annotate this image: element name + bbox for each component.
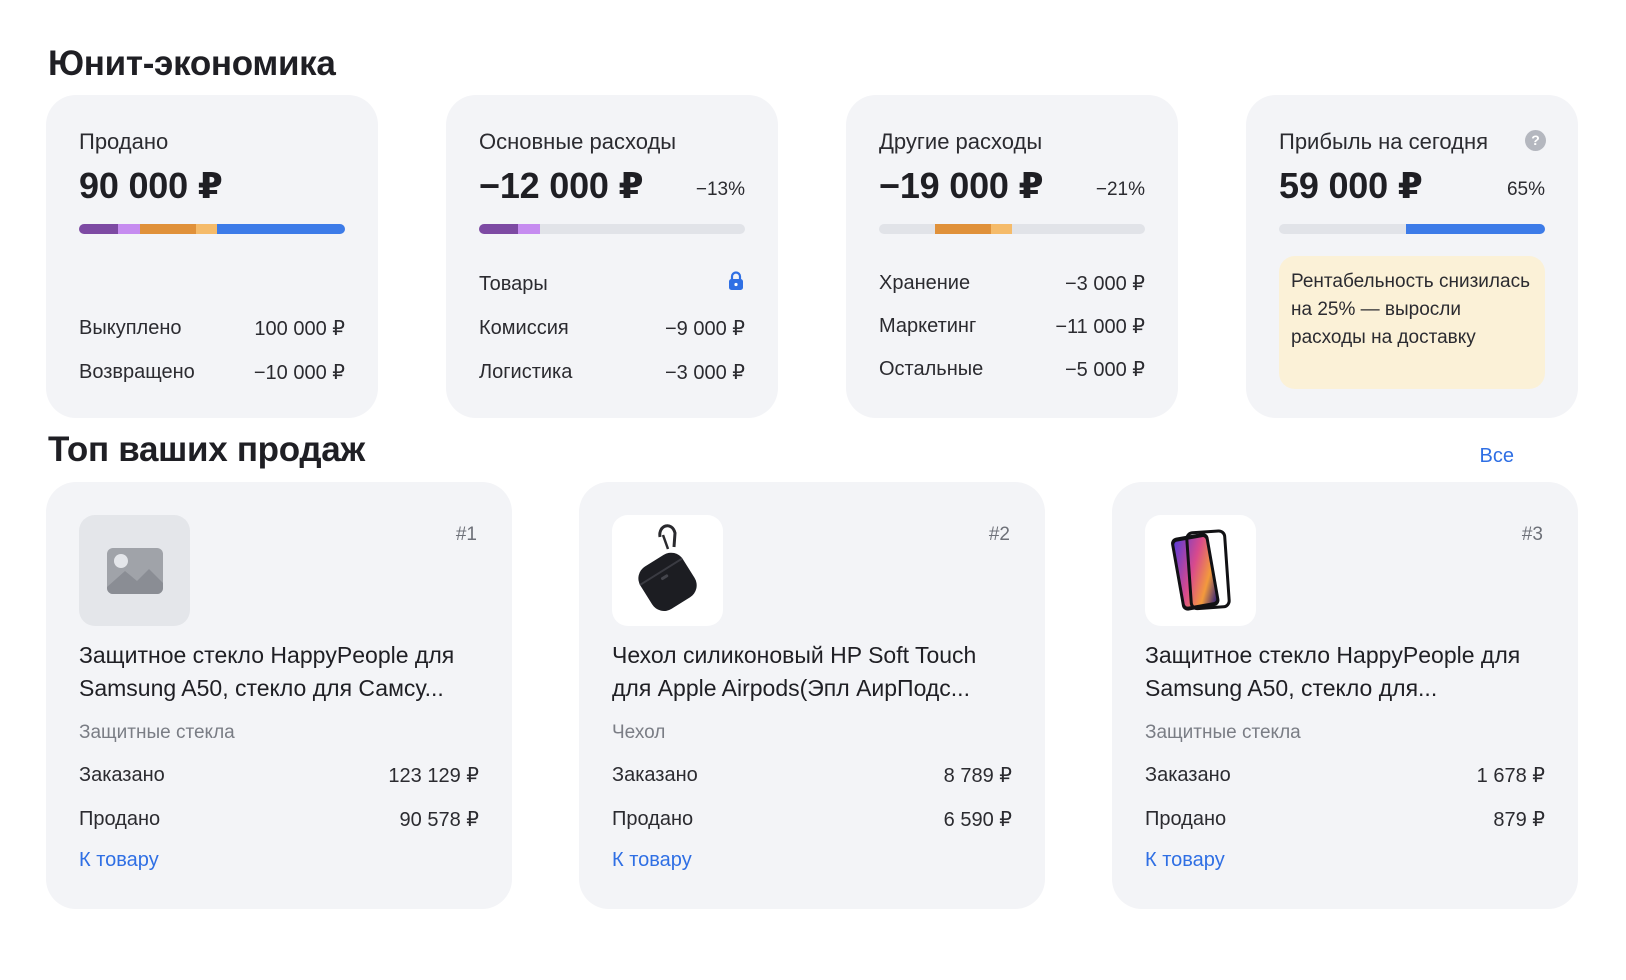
- other-expenses-progress-bar: [879, 224, 1145, 234]
- ordered-label: Заказано: [79, 763, 165, 786]
- other-expenses-percent: −21%: [1095, 179, 1145, 200]
- sold-label: Продано: [612, 807, 694, 830]
- product-name: Защитное стекло HappyPeople для Samsung …: [79, 642, 455, 701]
- marketing-row: Маркетинг −11 000 ₽: [879, 313, 1145, 339]
- top-product-card: #3 Защитное стекло HappyPeople для Samsu…: [1112, 482, 1578, 909]
- sold-card: Продано 90 000 ₽ Выкуплено 100 000 ₽ Воз…: [46, 95, 378, 418]
- other-label: Остальные: [879, 357, 984, 380]
- ordered-value: 8 789 ₽: [943, 764, 1012, 787]
- sold-label: Продано: [79, 807, 161, 830]
- logistics-value: −3 000 ₽: [664, 361, 745, 384]
- unit-economics-title: Юнит-экономика: [48, 44, 336, 83]
- profit-label: Прибыль на сегодня: [1279, 129, 1489, 154]
- commission-value: −9 000 ₽: [664, 317, 745, 340]
- product-category: Чехол: [612, 722, 666, 743]
- product-name: Защитное стекло HappyPeople для Samsung …: [1145, 642, 1521, 701]
- ordered-value: 123 129 ₽: [388, 764, 479, 787]
- sold-row: Продано 879 ₽: [1145, 806, 1545, 832]
- sold-label: Продано: [1145, 807, 1227, 830]
- main-expenses-label: Основные расходы: [479, 129, 677, 154]
- profit-percent: 65%: [1506, 179, 1545, 200]
- other-expenses-value: −19 000 ₽: [879, 165, 1044, 206]
- product-category: Защитные стекла: [1145, 722, 1301, 743]
- logistics-label: Логистика: [479, 360, 573, 383]
- sold-label: Продано: [79, 129, 169, 154]
- product-category: Защитные стекла: [79, 722, 235, 743]
- sold-value: 879 ₽: [1493, 808, 1545, 831]
- storage-label: Хранение: [879, 271, 971, 294]
- product-name: Чехол силиконовый HP Soft Touch для Appl…: [612, 642, 977, 701]
- rank-badge: #1: [455, 524, 477, 545]
- profit-value: 59 000 ₽: [1279, 165, 1423, 206]
- returned-label: Возвращено: [79, 360, 195, 383]
- airpods-case-image: [612, 515, 723, 626]
- redeemed-value: 100 000 ₽: [254, 317, 345, 340]
- profit-progress-bar: [1279, 224, 1545, 234]
- logistics-row: Логистика −3 000 ₽: [479, 359, 745, 385]
- ordered-row: Заказано 8 789 ₽: [612, 762, 1012, 788]
- marketing-value: −11 000 ₽: [1055, 315, 1145, 338]
- returned-value: −10 000 ₽: [253, 361, 345, 384]
- goods-row: Товары: [479, 271, 745, 297]
- product-link[interactable]: К товару: [79, 849, 159, 872]
- top-sales-title: Топ ваших продаж: [48, 430, 365, 469]
- sold-value: 90 000 ₽: [79, 165, 223, 206]
- sold-value: 90 578 ₽: [399, 808, 479, 831]
- profit-card: Прибыль на сегодня ? 59 000 ₽ 65% Рентаб…: [1246, 95, 1578, 418]
- rank-badge: #2: [988, 524, 1010, 545]
- main-expenses-value: −12 000 ₽: [479, 165, 644, 206]
- storage-row: Хранение −3 000 ₽: [879, 270, 1145, 296]
- ordered-row: Заказано 123 129 ₽: [79, 762, 479, 788]
- sold-row: Продано 6 590 ₽: [612, 806, 1012, 832]
- sold-progress-bar: [79, 224, 345, 234]
- storage-value: −3 000 ₽: [1064, 272, 1145, 295]
- question-circle-icon[interactable]: ?: [1525, 130, 1546, 151]
- page: Юнит-экономика Продано 90 000 ₽ Выкуплен…: [0, 0, 1626, 980]
- all-link[interactable]: Все: [1480, 445, 1514, 468]
- main-expenses-card: Основные расходы −12 000 ₽ −13% Товары К…: [446, 95, 778, 418]
- other-expenses-label: Другие расходы: [879, 129, 1043, 154]
- other-value: −5 000 ₽: [1064, 358, 1145, 381]
- main-expenses-percent: −13%: [695, 179, 745, 200]
- other-row: Остальные −5 000 ₽: [879, 356, 1145, 382]
- profitability-note: Рентабельность снизилась на 25% — выросл…: [1279, 256, 1545, 389]
- sold-value: 6 590 ₽: [943, 808, 1012, 831]
- returned-row: Возвращено −10 000 ₽: [79, 359, 345, 385]
- top-product-card: #2 Чехол силиконовый HP Soft Touch для A…: [579, 482, 1045, 909]
- product-link[interactable]: К товару: [1145, 849, 1225, 872]
- ordered-label: Заказано: [612, 763, 698, 786]
- lock-icon[interactable]: [727, 271, 745, 297]
- image-placeholder-icon: [79, 515, 190, 626]
- commission-row: Комиссия −9 000 ₽: [479, 315, 745, 341]
- smartphone-glass-image: [1145, 515, 1256, 626]
- rank-badge: #3: [1521, 524, 1543, 545]
- redeemed-row: Выкуплено 100 000 ₽: [79, 315, 345, 341]
- ordered-value: 1 678 ₽: [1476, 764, 1545, 787]
- main-expenses-progress-bar: [479, 224, 745, 234]
- goods-label: Товары: [479, 272, 548, 295]
- sold-row: Продано 90 578 ₽: [79, 806, 479, 832]
- redeemed-label: Выкуплено: [79, 316, 182, 339]
- ordered-row: Заказано 1 678 ₽: [1145, 762, 1545, 788]
- other-expenses-card: Другие расходы −19 000 ₽ −21% Хранение −…: [846, 95, 1178, 418]
- product-link[interactable]: К товару: [612, 849, 692, 872]
- ordered-label: Заказано: [1145, 763, 1231, 786]
- top-product-card: #1 Защитное стекло HappyPeople для Samsu…: [46, 482, 512, 909]
- commission-label: Комиссия: [479, 316, 569, 339]
- marketing-label: Маркетинг: [879, 314, 977, 337]
